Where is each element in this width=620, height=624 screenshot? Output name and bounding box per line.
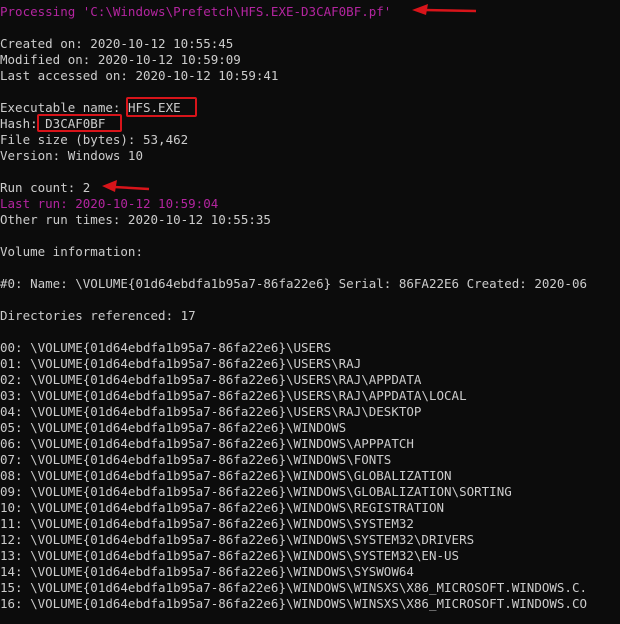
directory-line: 07: \VOLUME{01d64ebdfa1b95a7-86fa22e6}\W… — [0, 452, 392, 467]
directory-line: 13: \VOLUME{01d64ebdfa1b95a7-86fa22e6}\W… — [0, 548, 460, 563]
volume-entry-line: #0: Name: \VOLUME{01d64ebdfa1b95a7-86fa2… — [0, 276, 587, 291]
directories-referenced-header: Directories referenced: 17 — [0, 308, 196, 323]
directory-line: 02: \VOLUME{01d64ebdfa1b95a7-86fa22e6}\U… — [0, 372, 422, 387]
directory-line: 10: \VOLUME{01d64ebdfa1b95a7-86fa22e6}\W… — [0, 500, 445, 515]
directory-line: 14: \VOLUME{01d64ebdfa1b95a7-86fa22e6}\W… — [0, 564, 414, 579]
console-window: Processing 'C:\Windows\Prefetch\HFS.EXE-… — [0, 0, 620, 624]
hash-highlight-box — [37, 114, 122, 132]
executable-name-label: Executable name: — [0, 100, 128, 115]
directory-line: 15: \VOLUME{01d64ebdfa1b95a7-86fa22e6}\W… — [0, 580, 587, 595]
last-run-line: Last run: 2020-10-12 10:59:04 — [0, 196, 219, 211]
directory-line: 03: \VOLUME{01d64ebdfa1b95a7-86fa22e6}\U… — [0, 388, 467, 403]
arrow-left-icon — [412, 4, 477, 15]
other-run-times-line: Other run times: 2020-10-12 10:55:35 — [0, 212, 271, 227]
directory-line: 16: \VOLUME{01d64ebdfa1b95a7-86fa22e6}\W… — [0, 596, 587, 611]
created-line: Created on: 2020-10-12 10:55:45 — [0, 36, 234, 51]
directory-line: 01: \VOLUME{01d64ebdfa1b95a7-86fa22e6}\U… — [0, 356, 362, 371]
version-line: Version: Windows 10 — [0, 148, 143, 163]
executable-name-highlight-box — [126, 97, 197, 117]
volume-information-header: Volume information: — [0, 244, 143, 259]
arrow-left-icon — [102, 180, 150, 192]
last-accessed-line: Last accessed on: 2020-10-12 10:59:41 — [0, 68, 279, 83]
directory-line: 00: \VOLUME{01d64ebdfa1b95a7-86fa22e6}\U… — [0, 340, 332, 355]
directory-line: 05: \VOLUME{01d64ebdfa1b95a7-86fa22e6}\W… — [0, 420, 347, 435]
processing-line: Processing 'C:\Windows\Prefetch\HFS.EXE-… — [0, 4, 392, 19]
directory-line: 04: \VOLUME{01d64ebdfa1b95a7-86fa22e6}\U… — [0, 404, 422, 419]
directory-line: 06: \VOLUME{01d64ebdfa1b95a7-86fa22e6}\W… — [0, 436, 414, 451]
modified-line: Modified on: 2020-10-12 10:59:09 — [0, 52, 241, 67]
directory-line: 08: \VOLUME{01d64ebdfa1b95a7-86fa22e6}\W… — [0, 468, 452, 483]
directory-line: 09: \VOLUME{01d64ebdfa1b95a7-86fa22e6}\W… — [0, 484, 512, 499]
file-size-line: File size (bytes): 53,462 — [0, 132, 189, 147]
run-count-line: Run count: 2 — [0, 180, 91, 195]
directory-line: 11: \VOLUME{01d64ebdfa1b95a7-86fa22e6}\W… — [0, 516, 414, 531]
directory-line: 12: \VOLUME{01d64ebdfa1b95a7-86fa22e6}\W… — [0, 532, 475, 547]
